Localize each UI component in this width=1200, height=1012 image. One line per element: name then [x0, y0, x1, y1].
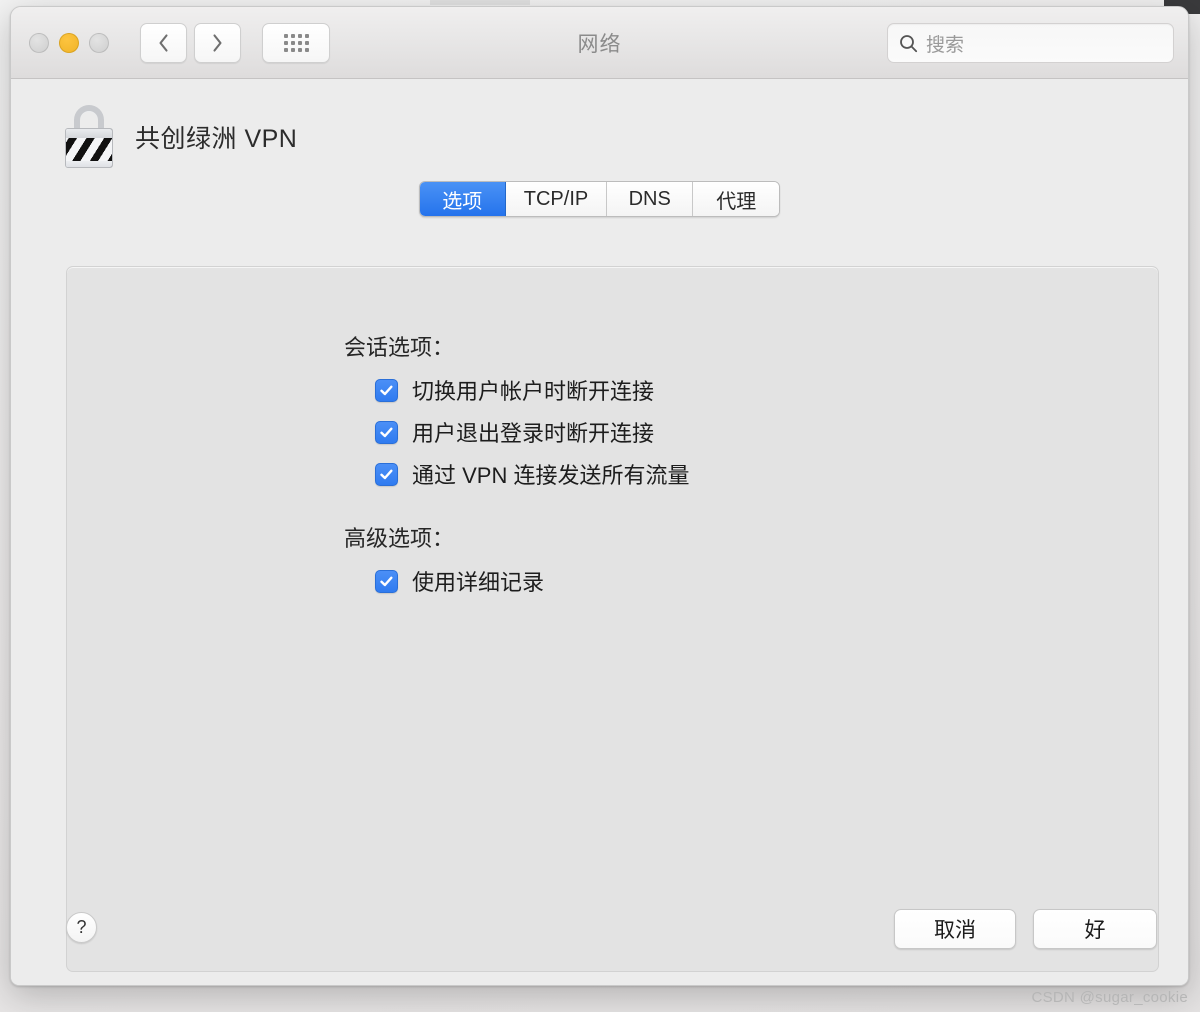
- traffic-light-group: [29, 32, 109, 53]
- search-icon: [900, 34, 918, 52]
- checkbox-label: 切换用户帐户时断开连接: [412, 379, 655, 404]
- checkbox-row-send-all-traffic[interactable]: 通过 VPN 连接发送所有流量: [375, 458, 1158, 490]
- tab-bar: 选项 TCP/IP DNS 代理: [418, 181, 781, 217]
- close-button[interactable]: [29, 32, 49, 53]
- minimize-button[interactable]: [59, 32, 79, 53]
- chevron-left-icon: [159, 33, 168, 52]
- watermark: CSDN @sugar_cookie: [1031, 989, 1188, 1006]
- tab-options[interactable]: 选项: [419, 182, 506, 216]
- options-panel: 会话选项： 切换用户帐户时断开连接 用户退出登录时断开连接 通过 VPN 连接发…: [66, 266, 1159, 972]
- search-placeholder: 搜索: [926, 34, 965, 56]
- checkbox-label: 用户退出登录时断开连接: [412, 421, 655, 446]
- checkbox-row-disconnect-on-switch-user[interactable]: 切换用户帐户时断开连接: [375, 374, 1158, 406]
- session-options-label: 会话选项：: [344, 335, 455, 360]
- ok-button[interactable]: 好: [1033, 909, 1157, 949]
- tab-bar-wrapper: 选项 TCP/IP DNS 代理: [11, 181, 1188, 217]
- titlebar: 网络 搜索: [11, 7, 1188, 79]
- cancel-button[interactable]: 取消: [894, 909, 1016, 949]
- show-all-button[interactable]: [262, 22, 330, 63]
- checkbox-label: 通过 VPN 连接发送所有流量: [412, 463, 690, 488]
- navigation-buttons: [140, 22, 241, 63]
- checkbox-checked-icon[interactable]: [375, 420, 398, 444]
- checkbox-label: 使用详细记录: [412, 570, 545, 595]
- checkbox-checked-icon[interactable]: [375, 569, 398, 593]
- tab-tcpip[interactable]: TCP/IP: [505, 182, 608, 216]
- help-button[interactable]: ?: [66, 912, 97, 943]
- service-header: 共创绿洲 VPN: [11, 79, 1188, 168]
- forward-button[interactable]: [194, 22, 241, 63]
- grid-icon: [283, 33, 309, 52]
- checkbox-row-verbose-logging[interactable]: 使用详细记录: [375, 565, 1158, 597]
- checkbox-checked-icon[interactable]: [375, 378, 398, 402]
- checkbox-row-disconnect-on-logout[interactable]: 用户退出登录时断开连接: [375, 416, 1158, 448]
- chevron-right-icon: [213, 33, 222, 52]
- advanced-options-label: 高级选项：: [344, 526, 455, 551]
- dialog-buttons: 取消 好: [894, 909, 1157, 949]
- window-body: 共创绿洲 VPN 选项 TCP/IP DNS 代理 会话选项： 切换用户帐户时断…: [11, 79, 1188, 985]
- background-window-edge: [430, 0, 530, 5]
- zoom-button[interactable]: [89, 32, 109, 53]
- vpn-lock-icon: [65, 105, 113, 168]
- footer-bar: ? 取消 好: [11, 900, 1188, 985]
- checkbox-checked-icon[interactable]: [375, 462, 398, 486]
- options-list: 会话选项： 切换用户帐户时断开连接 用户退出登录时断开连接 通过 VPN 连接发…: [67, 267, 1158, 597]
- back-button[interactable]: [140, 22, 187, 63]
- search-field[interactable]: 搜索: [887, 23, 1174, 63]
- service-name: 共创绿洲 VPN: [135, 124, 298, 153]
- tab-dns[interactable]: DNS: [607, 182, 694, 216]
- network-preferences-window: 网络 搜索 共创绿洲 VPN 选项 TCP/IP DNS 代理 会话选项： 切换…: [10, 6, 1189, 986]
- tab-proxy[interactable]: 代理: [693, 182, 780, 216]
